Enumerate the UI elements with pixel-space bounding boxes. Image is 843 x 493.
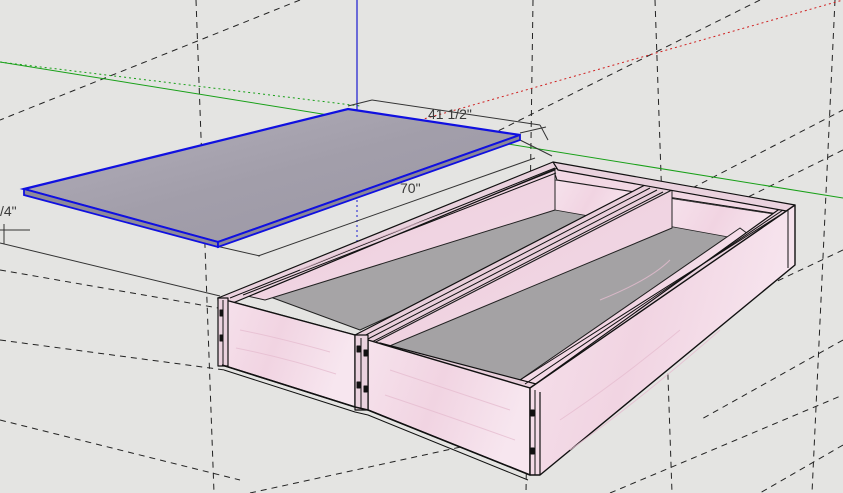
red-axis (419, 0, 843, 121)
green-axis-dotted (0, 61, 361, 107)
modeling-viewport[interactable]: 41 1/2" 70" /4" (0, 0, 843, 493)
3d-scene[interactable]: 41 1/2" 70" /4" (0, 0, 843, 493)
dimension-left-label[interactable]: /4" (0, 203, 17, 219)
dimension-length-label[interactable]: 70" (400, 180, 421, 196)
dimension-width-label[interactable]: 41 1/2" (428, 106, 472, 122)
